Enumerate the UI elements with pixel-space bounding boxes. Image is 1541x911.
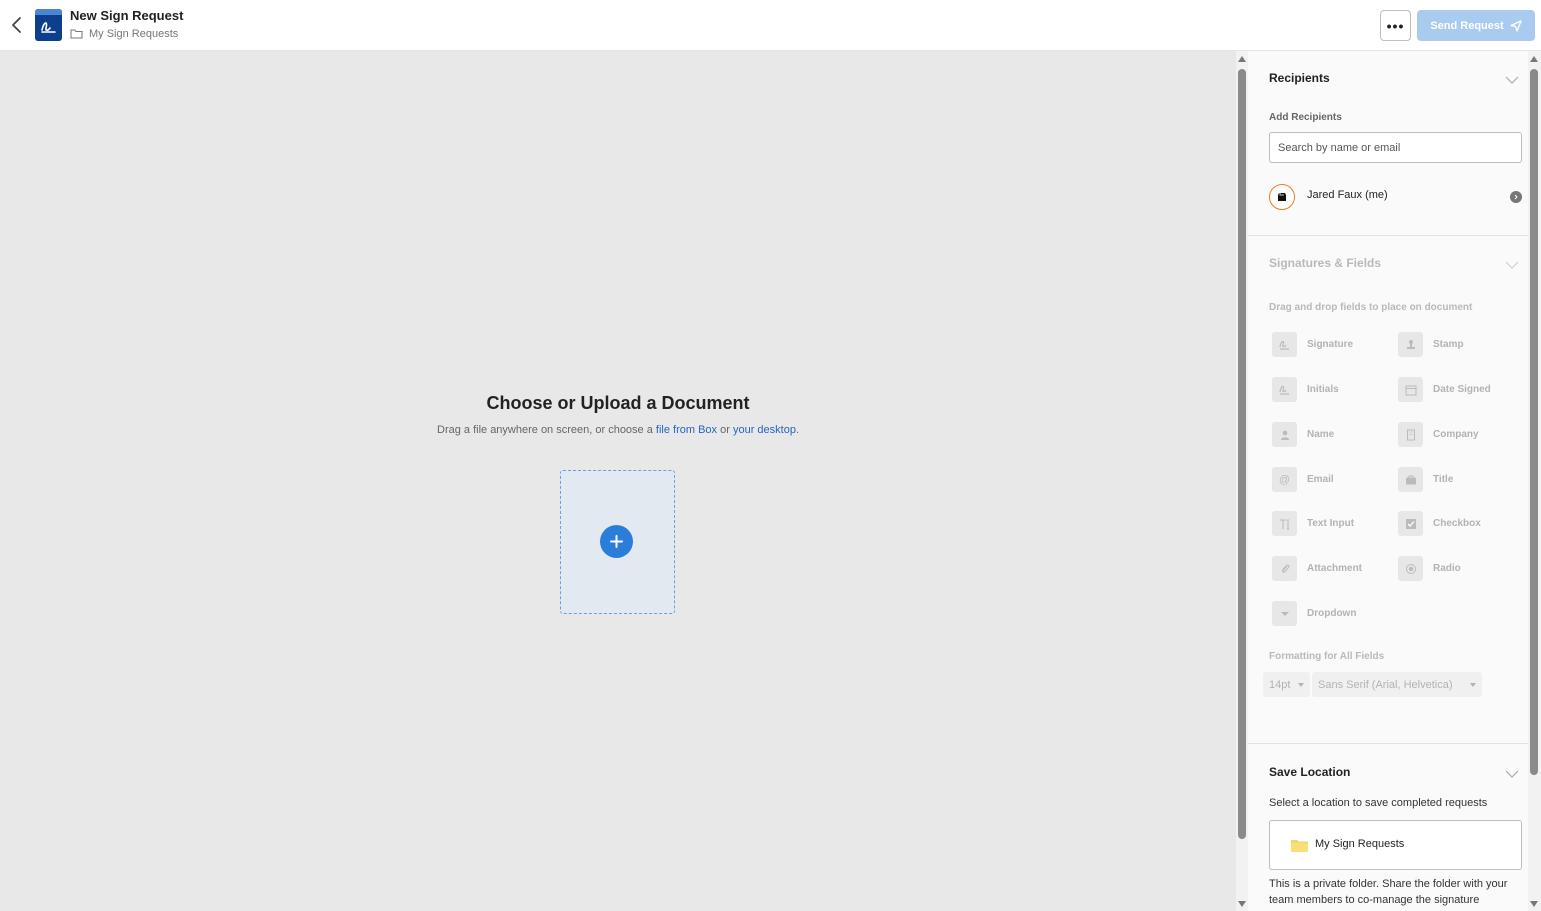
save-location-description: Select a location to save completed requ… xyxy=(1269,797,1488,809)
save-location-heading: Save Location xyxy=(1269,765,1351,779)
upload-title: Choose or Upload a Document xyxy=(486,393,750,413)
radio-icon xyxy=(1398,556,1423,581)
field-label: Stamp xyxy=(1433,339,1464,350)
canvas-scroll-thumb[interactable] xyxy=(1238,69,1246,839)
user-avatar-icon xyxy=(1278,193,1286,201)
sidebar-scrollbar[interactable] xyxy=(1528,51,1541,911)
upload-subtitle: Drag a file anywhere on screen, or choos… xyxy=(0,424,1236,436)
field-title[interactable]: Title xyxy=(1398,467,1453,492)
font-size-value: 14pt xyxy=(1269,678,1291,691)
breadcrumb-label: My Sign Requests xyxy=(89,28,179,40)
field-email[interactable]: @ Email xyxy=(1272,467,1334,492)
signature-icon xyxy=(1272,332,1297,357)
header: New Sign Request My Sign Requests ••• Se… xyxy=(0,0,1541,51)
upload-subtitle-prefix: Drag a file anywhere on screen, or choos… xyxy=(437,424,656,436)
folder-name: My Sign Requests xyxy=(1315,838,1405,850)
text-icon xyxy=(1272,511,1297,536)
formatting-label: Formatting for All Fields xyxy=(1269,651,1385,662)
field-label: Date Signed xyxy=(1433,384,1491,395)
dropdown-icon xyxy=(1272,601,1297,626)
page-title: New Sign Request xyxy=(70,8,184,23)
field-label: Dropdown xyxy=(1307,608,1357,619)
font-family-select[interactable]: Sans Serif (Arial, Helvetica) xyxy=(1312,672,1482,697)
sign-app-icon xyxy=(35,9,62,41)
checkbox-icon xyxy=(1398,511,1423,536)
your-desktop-link[interactable]: your desktop xyxy=(733,424,796,436)
chevron-down-icon[interactable] xyxy=(1505,261,1519,269)
upload-subtitle-suffix: . xyxy=(795,424,799,436)
field-text-input[interactable]: Text Input xyxy=(1272,511,1354,536)
folder-outline-icon xyxy=(70,29,83,39)
scroll-down-arrow-icon[interactable] xyxy=(1530,901,1538,907)
stamp-icon xyxy=(1398,332,1423,357)
field-label: Attachment xyxy=(1307,563,1363,574)
field-checkbox[interactable]: Checkbox xyxy=(1398,511,1481,536)
chevron-down-icon[interactable] xyxy=(1505,76,1519,84)
field-stamp[interactable]: Stamp xyxy=(1398,332,1464,357)
divider xyxy=(1248,235,1528,236)
field-label: Initials xyxy=(1307,384,1339,395)
sidebar: Recipients Add Recipients Jared Faux (me… xyxy=(1248,51,1528,911)
field-label: Email xyxy=(1307,474,1334,485)
chevron-left-icon xyxy=(12,17,21,33)
caret-down-icon xyxy=(1298,682,1305,687)
sidebar-scroll-thumb[interactable] xyxy=(1530,69,1538,775)
initials-icon xyxy=(1272,377,1297,402)
field-label: Text Input xyxy=(1307,518,1355,529)
more-options-button[interactable]: ••• xyxy=(1380,10,1411,41)
save-location-note: This is a private folder. Share the fold… xyxy=(1269,878,1508,906)
save-location-picker[interactable]: My Sign Requests xyxy=(1269,820,1522,870)
recipients-heading: Recipients xyxy=(1269,71,1330,85)
folder-icon xyxy=(1291,840,1308,852)
add-recipients-label: Add Recipients xyxy=(1269,112,1342,123)
scroll-down-arrow-icon[interactable] xyxy=(1238,901,1246,907)
calendar-icon xyxy=(1398,377,1423,402)
divider xyxy=(1248,743,1528,744)
field-label: Radio xyxy=(1433,563,1461,574)
upload-subtitle-mid: or xyxy=(717,424,733,436)
recipient-name: Jared Faux (me) xyxy=(1307,189,1388,201)
field-signature[interactable]: Signature xyxy=(1272,332,1353,357)
field-label: Signature xyxy=(1307,339,1354,350)
send-request-label: Send Request xyxy=(1430,19,1504,32)
font-size-select[interactable]: 14pt xyxy=(1263,672,1310,697)
field-label: Title xyxy=(1433,474,1454,485)
paperclip-icon xyxy=(1272,556,1297,581)
avatar xyxy=(1269,184,1295,210)
chevron-down-icon[interactable] xyxy=(1505,770,1519,778)
add-document-button[interactable] xyxy=(600,525,633,558)
canvas-scrollbar[interactable] xyxy=(1236,51,1248,911)
fields-hint: Drag and drop fields to place on documen… xyxy=(1269,302,1473,313)
signatures-fields-heading: Signatures & Fields xyxy=(1269,256,1382,270)
field-label: Name xyxy=(1307,429,1335,440)
file-from-box-link[interactable]: file from Box xyxy=(656,424,717,436)
field-label: Checkbox xyxy=(1433,518,1481,529)
field-dropdown[interactable]: Dropdown xyxy=(1272,601,1356,626)
scroll-up-arrow-icon[interactable] xyxy=(1530,56,1538,62)
recipient-details-button[interactable] xyxy=(1510,191,1522,203)
field-date-signed[interactable]: Date Signed xyxy=(1398,377,1491,402)
building-icon xyxy=(1398,422,1423,447)
plus-icon xyxy=(610,535,623,548)
field-name[interactable]: Name xyxy=(1272,422,1334,447)
field-initials[interactable]: Initials xyxy=(1272,377,1339,402)
breadcrumb[interactable]: My Sign Requests xyxy=(70,28,178,40)
field-radio[interactable]: Radio xyxy=(1398,556,1461,581)
paper-plane-icon xyxy=(1510,19,1522,32)
scroll-up-arrow-icon[interactable] xyxy=(1238,56,1246,62)
chevron-right-icon xyxy=(1514,194,1518,200)
font-family-value: Sans Serif (Arial, Helvetica) xyxy=(1318,678,1453,691)
at-icon: @ xyxy=(1272,467,1297,492)
field-company[interactable]: Company xyxy=(1398,422,1479,447)
field-label: Company xyxy=(1433,429,1479,440)
recipient-search-input[interactable] xyxy=(1269,132,1522,163)
back-button[interactable] xyxy=(8,14,26,36)
document-canvas[interactable]: Choose or Upload a Document Drag a file … xyxy=(0,51,1236,911)
send-request-button[interactable]: Send Request xyxy=(1417,10,1535,41)
briefcase-icon xyxy=(1398,467,1423,492)
caret-down-icon xyxy=(1470,682,1476,687)
person-icon xyxy=(1272,422,1297,447)
field-attachment[interactable]: Attachment xyxy=(1272,556,1362,581)
